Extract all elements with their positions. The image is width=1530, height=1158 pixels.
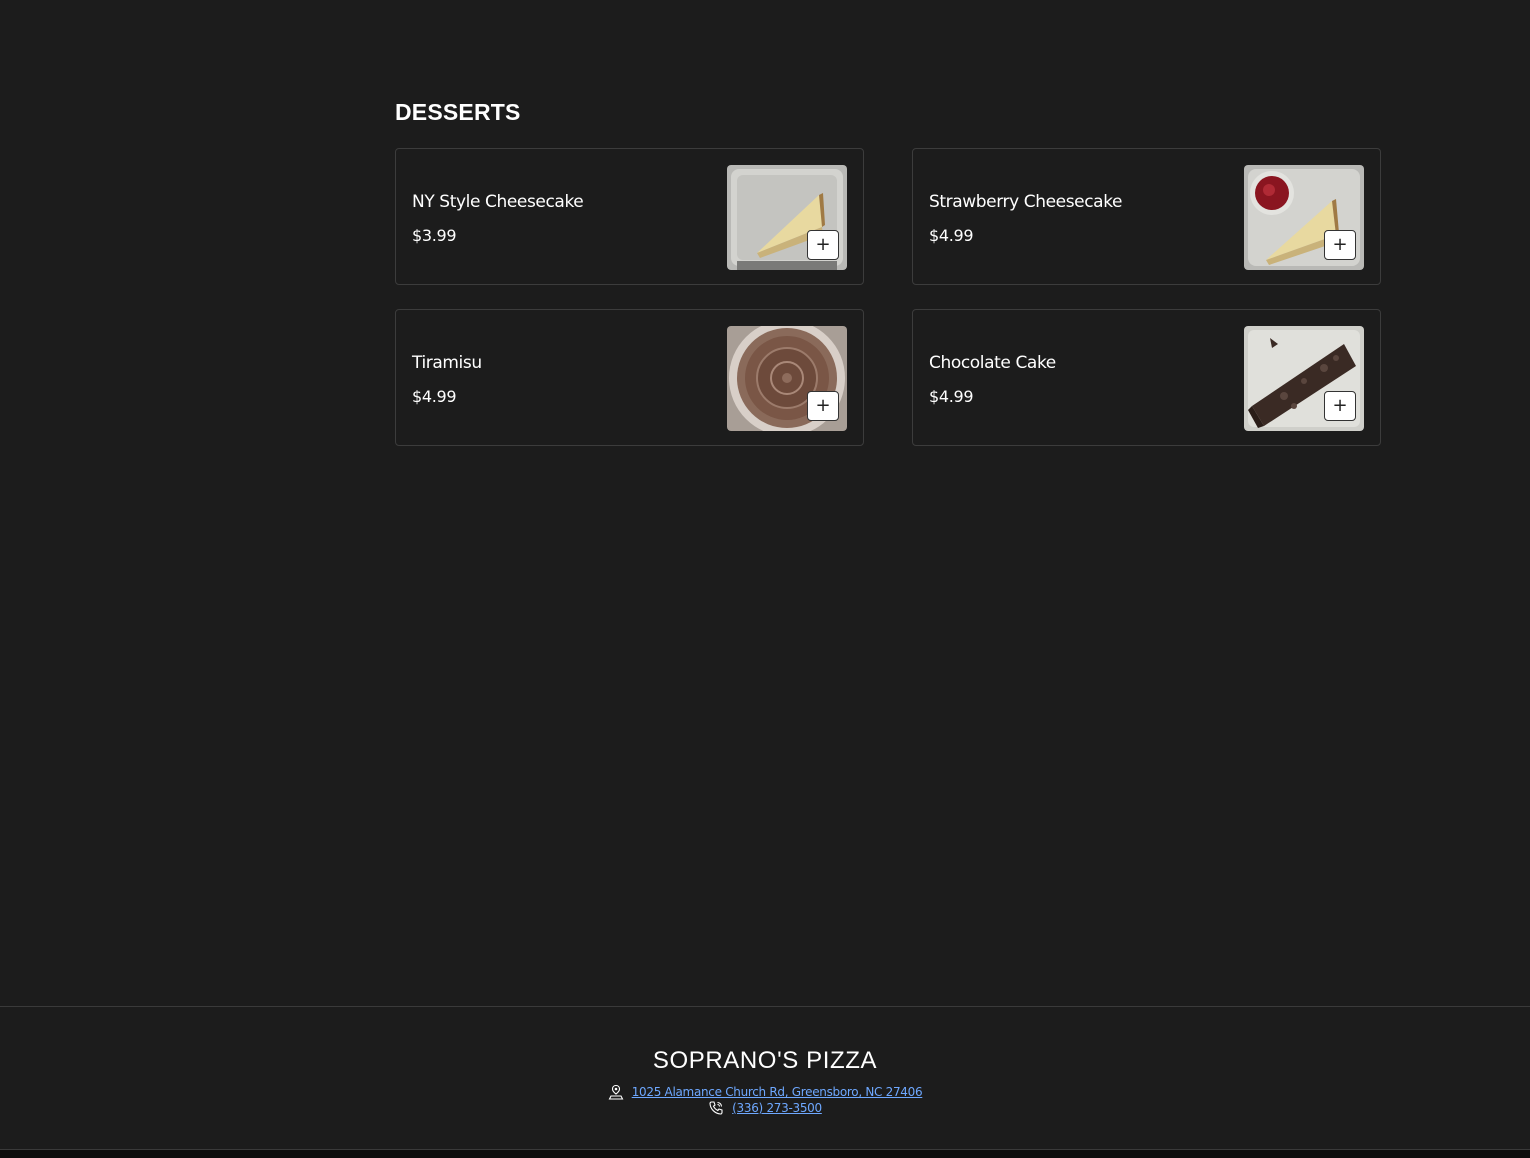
- phone-link[interactable]: (336) 273-3500: [732, 1101, 822, 1115]
- menu-item-image: +: [727, 165, 847, 270]
- restaurant-name: SOPRANO'S PIZZA: [652, 1047, 878, 1074]
- menu-item-image: +: [1244, 165, 1364, 270]
- add-to-cart-button[interactable]: +: [1324, 230, 1356, 260]
- menu-item-name: Tiramisu: [412, 353, 482, 373]
- location-pin-icon: [608, 1084, 624, 1100]
- section-title: DESSERTS: [395, 99, 521, 125]
- menu-item-image: +: [727, 326, 847, 431]
- menu-item-card[interactable]: NY Style Cheesecake $3.99 +: [395, 148, 864, 285]
- address-link[interactable]: 1025 Alamance Church Rd, Greensboro, NC …: [632, 1085, 923, 1099]
- menu-item-price: $4.99: [929, 387, 974, 406]
- menu-item-name: Strawberry Cheesecake: [929, 192, 1123, 212]
- footer: SOPRANO'S PIZZA 1025 Alamance Church Rd,…: [0, 1006, 1530, 1149]
- add-to-cart-button[interactable]: +: [807, 230, 839, 260]
- menu-item-price: $4.99: [929, 226, 974, 245]
- footer-bottom-bar: [0, 1149, 1530, 1158]
- phone-icon: [708, 1100, 724, 1116]
- menu-item-name: NY Style Cheesecake: [412, 192, 584, 212]
- address-line: 1025 Alamance Church Rd, Greensboro, NC …: [0, 1084, 1530, 1100]
- menu-item-price: $3.99: [412, 226, 457, 245]
- menu-grid: NY Style Cheesecake $3.99 + Strawberry C…: [395, 148, 1381, 446]
- add-to-cart-button[interactable]: +: [1324, 391, 1356, 421]
- menu-item-name: Chocolate Cake: [929, 353, 1056, 373]
- phone-line: (336) 273-3500: [0, 1100, 1530, 1116]
- menu-item-card[interactable]: Strawberry Cheesecake $4.99 +: [912, 148, 1381, 285]
- add-to-cart-button[interactable]: +: [807, 391, 839, 421]
- menu-item-card[interactable]: Tiramisu $4.99 +: [395, 309, 864, 446]
- menu-item-price: $4.99: [412, 387, 457, 406]
- menu-item-card[interactable]: Chocolate Cake $4.99 +: [912, 309, 1381, 446]
- menu-item-image: +: [1244, 326, 1364, 431]
